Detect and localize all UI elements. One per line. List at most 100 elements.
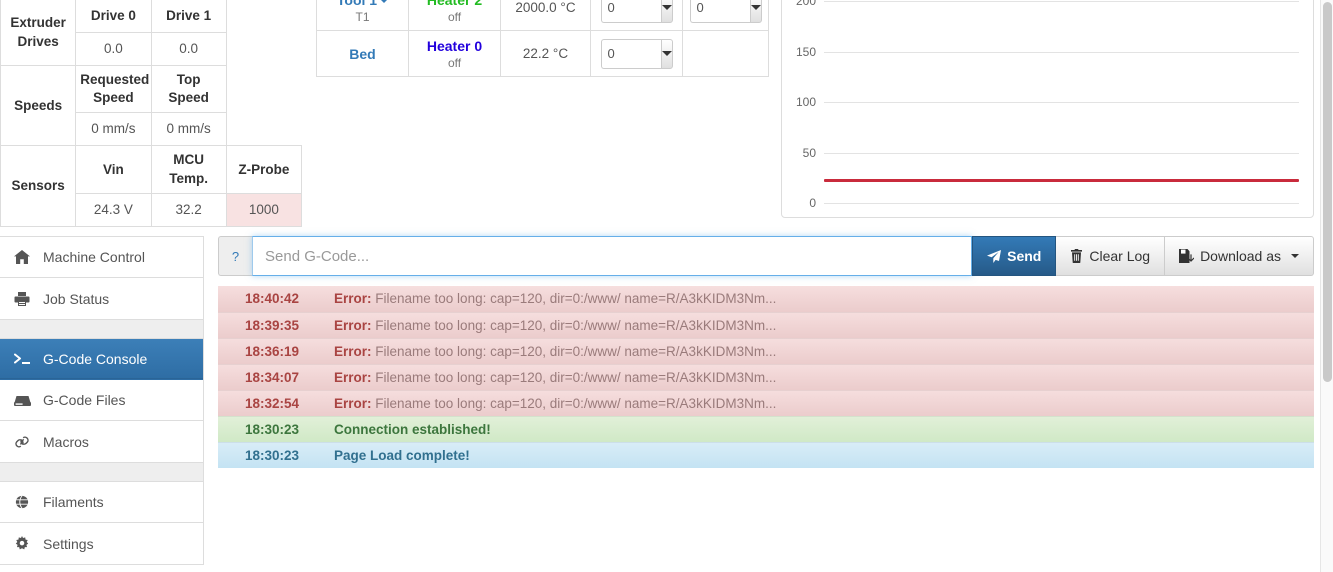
- heater-state-label: off: [447, 9, 462, 24]
- help-button[interactable]: ?: [218, 236, 252, 276]
- log-row: 18:30:23 Page Load complete!: [218, 441, 1314, 468]
- log-message-label: Error:: [334, 317, 372, 333]
- log-timestamp: 18:30:23: [218, 441, 326, 468]
- standby-temp-input-tool1[interactable]: [689, 0, 750, 23]
- log-message-label: Error:: [334, 369, 372, 385]
- heater-name-label[interactable]: Heater 2: [427, 0, 482, 8]
- sidebar-item-settings[interactable]: Settings: [0, 523, 203, 564]
- log-message-text: Page Load complete!: [334, 447, 470, 463]
- chevron-down-icon: [661, 51, 672, 56]
- column-header-mcu-temp: MCU Temp.: [150, 145, 227, 194]
- table-row: Sensors Vin MCU Temp. Z-Probe: [0, 145, 303, 227]
- heater-name-label[interactable]: Heater 0: [427, 38, 482, 54]
- column-header-z-probe: Z-Probe: [225, 145, 303, 194]
- column-header-vin: Vin: [75, 145, 152, 194]
- sidebar-item-gcode-files[interactable]: G-Code Files: [0, 380, 203, 421]
- tool-cell-bed[interactable]: Bed: [316, 30, 409, 77]
- clear-log-button[interactable]: Clear Log: [1056, 236, 1166, 276]
- temperature-chart-panel: 200 150 100 50 0: [781, 0, 1314, 218]
- hdd-icon: [14, 394, 34, 407]
- chart-gridline: [824, 51, 1299, 53]
- table-row: Speeds Requested Speed Top Speed: [0, 64, 302, 147]
- sidebar-item-job-status[interactable]: Job Status: [0, 278, 203, 319]
- tools-heaters-table: Tool 1 T1 Heater 2 off 2000.0 °C: [316, 0, 769, 77]
- sidebar-divider-2: [0, 463, 204, 481]
- heater-cell-heater2[interactable]: Heater 2 off: [408, 0, 501, 31]
- table-row: Extruder Drives Drive 0 Drive 1: [0, 0, 302, 66]
- send-icon: [987, 249, 1002, 263]
- active-temp-group-bed[interactable]: [600, 38, 673, 69]
- download-as-button[interactable]: Download as: [1165, 236, 1314, 276]
- table-row: Tool 1 T1 Heater 2 off 2000.0 °C: [316, 0, 769, 31]
- log-message: Connection established!: [326, 415, 1314, 442]
- log-message-text: Connection established!: [334, 421, 491, 437]
- tools-heaters-panel: Tool 1 T1 Heater 2 off 2000.0 °C: [316, 0, 769, 77]
- standby-temp-group-tool1[interactable]: [689, 0, 762, 23]
- value-top-speed: 0 mm/s: [150, 112, 227, 147]
- sidebar-item-macros[interactable]: Macros: [0, 421, 203, 462]
- globe-icon: [14, 495, 34, 509]
- log-row: 18:32:54 Error: Filename too long: cap=12…: [218, 389, 1314, 416]
- gear-icon: [14, 536, 34, 551]
- standby-temp-cell-tool1: [682, 0, 769, 31]
- gcode-input[interactable]: [252, 236, 973, 276]
- active-temp-input-bed[interactable]: [600, 38, 661, 69]
- sidebar-item-label: Job Status: [43, 290, 110, 307]
- log-message-text: Filename too long: cap=120, dir=0:/www/ …: [371, 343, 777, 359]
- gcode-console: ? Send Clear Log Download as: [218, 236, 1314, 468]
- tool-name-label[interactable]: Tool 1: [337, 0, 377, 8]
- app-root: Extruder Drives Drive 0 Drive 1 0.0 0.0 …: [0, 0, 1333, 572]
- log-message: Error: Filename too long: cap=120, dir=0…: [326, 337, 1314, 364]
- sidebar-item-filaments[interactable]: Filaments: [0, 482, 203, 523]
- log-timestamp: 18:39:35: [218, 311, 326, 338]
- log-message-label: Error:: [334, 343, 372, 359]
- log-row: 18:34:07 Error: Filename too long: cap=12…: [218, 363, 1314, 390]
- sidebar-item-machine-control[interactable]: Machine Control: [0, 237, 203, 278]
- trash-icon: [1070, 249, 1083, 263]
- chart-y-tick-label: 0: [809, 196, 816, 210]
- active-temp-input-tool1[interactable]: [600, 0, 661, 23]
- chart-y-tick-label: 150: [795, 44, 816, 59]
- log-message: Page Load complete!: [326, 441, 1314, 468]
- chevron-down-icon[interactable]: [380, 0, 389, 4]
- value-drive1: 0.0: [150, 32, 227, 66]
- page-scrollbar-thumb[interactable]: [1323, 2, 1332, 382]
- active-temp-group-tool1[interactable]: [600, 0, 673, 23]
- log-timestamp: 18:34:07: [218, 363, 326, 390]
- log-message-text: Filename too long: cap=120, dir=0:/www/ …: [371, 395, 777, 411]
- page-scrollbar-track[interactable]: [1320, 0, 1333, 572]
- sidebar-group-2: G-Code Console G-Code Files Macros: [0, 338, 204, 463]
- link-icon: [14, 435, 34, 449]
- log-timestamp: 18:40:42: [244, 291, 300, 307]
- home-icon: [14, 250, 34, 264]
- sidebar-nav: Machine Control Job Status G-Code Consol…: [0, 236, 204, 572]
- value-requested-speed: 0 mm/s: [75, 112, 152, 147]
- clear-log-button-label: Clear Log: [1089, 248, 1151, 264]
- console-log-table: 18:40:42 Error: Filename too long: cap=12…: [218, 286, 1314, 468]
- column-header-drive0: Drive 0: [75, 0, 152, 33]
- chevron-down-icon: [1291, 254, 1299, 258]
- value-mcu-temp: 32.2: [150, 192, 227, 227]
- sidebar-item-label: G-Code Files: [43, 392, 126, 408]
- sidebar-item-label: Filaments: [43, 494, 104, 510]
- chart-gridline: [824, 203, 1299, 204]
- value-vin: 24.3 V: [75, 192, 152, 227]
- log-message: Error: Filename too long: cap=120, dir=0…: [326, 286, 1314, 312]
- value-drive0: 0.0: [75, 32, 152, 66]
- chart-y-tick-label: 50: [802, 145, 816, 160]
- send-button[interactable]: Send: [972, 236, 1057, 276]
- status-area: Extruder Drives Drive 0 Drive 1 0.0 0.0 …: [0, 0, 1333, 228]
- log-message-text: Filename too long: cap=120, dir=0:/www/ …: [371, 369, 777, 385]
- active-temp-dropdown-bed[interactable]: [660, 38, 673, 69]
- standby-temp-cell-bed: [682, 30, 769, 77]
- sidebar-group-1: Machine Control Job Status: [0, 236, 204, 320]
- sidebar-item-gcode-console[interactable]: G-Code Console: [0, 339, 203, 380]
- active-temp-dropdown-tool1[interactable]: [660, 0, 673, 23]
- tool-cell-tool1[interactable]: Tool 1 T1: [316, 0, 409, 31]
- bed-name-label[interactable]: Bed: [349, 46, 375, 62]
- standby-temp-dropdown-tool1[interactable]: [749, 0, 762, 23]
- heater-cell-heater0[interactable]: Heater 0 off: [408, 30, 501, 77]
- column-header-drive1: Drive 1: [150, 0, 227, 33]
- chart-y-tick-label: 200: [795, 0, 816, 8]
- table-row: Bed Heater 0 off 22.2 °C: [316, 30, 769, 77]
